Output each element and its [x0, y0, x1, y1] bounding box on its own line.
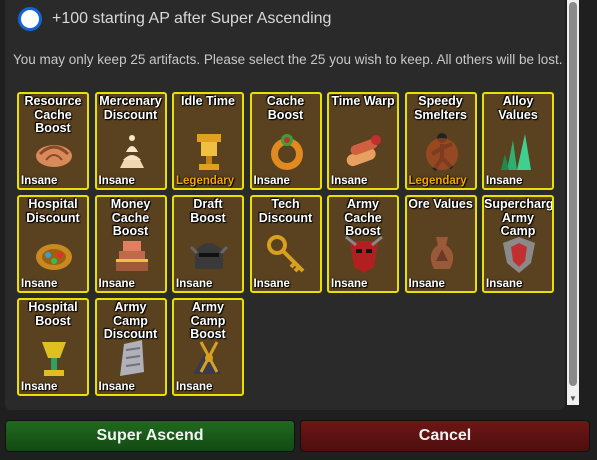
artifact-rarity: Insane: [176, 381, 213, 393]
golden-key-icon: [266, 235, 304, 273]
artifact-rarity: Insane: [408, 278, 445, 290]
artifact-title: Time Warp: [331, 94, 395, 108]
artifact-title: Ore Values: [408, 197, 473, 211]
artifact-rarity: Insane: [486, 278, 523, 290]
artifact-rarity: Insane: [331, 175, 368, 187]
ap-bonus-radio[interactable]: [18, 7, 42, 31]
sword-rack-icon: [193, 341, 221, 374]
artifact-card[interactable]: Cache Boost Insane: [249, 92, 322, 190]
artifact-rarity: Insane: [98, 278, 135, 290]
artifact-rarity: Insane: [253, 175, 290, 187]
artifact-rarity: Legendary: [408, 175, 467, 187]
artifact-title: Speedy Smelters: [414, 94, 467, 122]
scroll-thumb[interactable]: [569, 2, 577, 386]
cream-swirl-icon: [119, 135, 144, 168]
artifact-keep-instructions: You may only keep 25 artifacts. Please s…: [13, 52, 563, 67]
artifact-rarity: Insane: [176, 278, 213, 290]
artifact-title: Hospital Boost: [28, 300, 78, 328]
artifact-card[interactable]: Army Cache Boost Insane: [327, 195, 399, 293]
layered-cake-icon: [115, 241, 148, 271]
artifact-rarity: Insane: [253, 278, 290, 290]
scroll-down-icon[interactable]: ▼: [567, 394, 579, 403]
artifact-card[interactable]: Ore Values Insane: [404, 195, 477, 293]
artifact-card[interactable]: Hospital Discount Insane: [17, 195, 89, 293]
artifact-title: Alloy Values: [498, 94, 538, 122]
artifact-title: Draft Boost: [190, 197, 226, 225]
war-crest-icon: [503, 237, 535, 273]
artifact-card[interactable]: Draft Boost Insane: [172, 195, 244, 293]
artifact-card[interactable]: Money Cache Boost Insane: [94, 195, 167, 293]
artifact-card[interactable]: Hospital Boost Insane: [17, 298, 89, 396]
cancel-button[interactable]: Cancel: [300, 420, 590, 452]
artifact-card[interactable]: Alloy Values Insane: [482, 92, 554, 190]
jeweled-ring-icon: [270, 134, 303, 170]
artifact-rarity: Insane: [21, 278, 58, 290]
ap-bonus-label: +100 starting AP after Super Ascending: [52, 10, 332, 27]
golden-chalice-icon: [197, 134, 221, 170]
artifact-card[interactable]: Tech Discount Insane: [249, 195, 322, 293]
croissant-icon: [36, 145, 72, 167]
artifact-rarity: Insane: [486, 175, 523, 187]
red-mask-icon: [345, 235, 383, 273]
ap-bonus-option[interactable]: +100 starting AP after Super Ascending: [18, 2, 331, 36]
artifact-title: Mercenary Discount: [99, 94, 162, 122]
gem-plate-icon: [36, 244, 72, 270]
gold-goblet-icon: [42, 342, 66, 376]
scroll-bundle-icon: [346, 135, 381, 167]
super-ascend-button[interactable]: Super Ascend: [5, 420, 295, 452]
knight-helmet-icon: [189, 243, 229, 269]
artifact-title: Tech Discount: [258, 197, 313, 225]
artifact-rarity: Insane: [98, 175, 135, 187]
artifact-title: Hospital Discount: [26, 197, 80, 225]
artifact-title: Idle Time: [181, 94, 235, 108]
artifact-rarity: Insane: [21, 175, 58, 187]
stone-tablet-icon: [119, 340, 144, 376]
artifact-rarity: Insane: [331, 278, 368, 290]
artifact-card[interactable]: Mercenary Discount Insane: [94, 92, 167, 190]
running-figure-icon: [425, 133, 458, 172]
artifact-card[interactable]: Supercharge Army Camp Insane: [482, 195, 554, 293]
amphora-icon: [430, 237, 453, 269]
artifact-card[interactable]: Speedy Smelters Legendary: [404, 92, 477, 190]
artifact-rarity: Insane: [98, 381, 135, 393]
artifact-title: Cache Boost: [266, 94, 305, 122]
green-crystals-icon: [501, 134, 531, 170]
artifact-card[interactable]: Army Camp Discount Insane: [94, 298, 167, 396]
artifact-card[interactable]: Resource Cache Boost Insane: [17, 92, 89, 190]
artifact-rarity: Insane: [21, 381, 58, 393]
artifact-card[interactable]: Army Camp Boost Insane: [172, 298, 244, 396]
scrollbar[interactable]: ▼: [567, 0, 579, 405]
artifact-card[interactable]: Idle Time Legendary: [172, 92, 244, 190]
artifact-rarity: Legendary: [176, 175, 235, 187]
artifact-card[interactable]: Time Warp Insane: [327, 92, 399, 190]
